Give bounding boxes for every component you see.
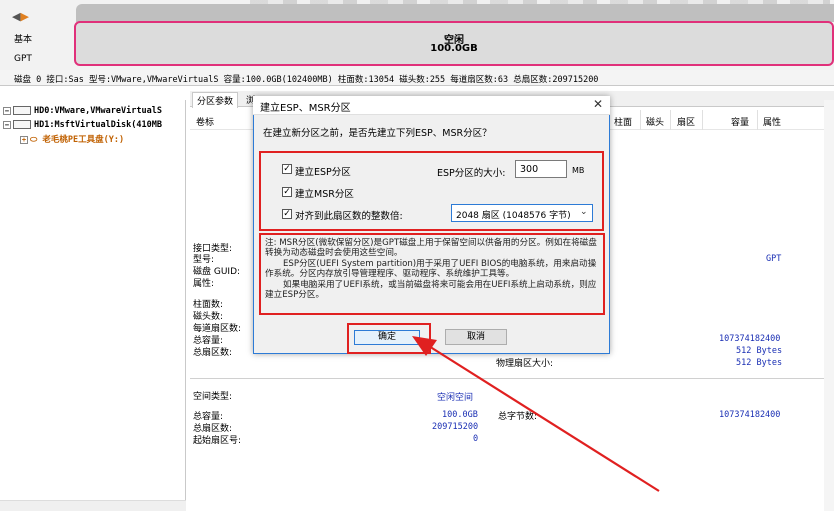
app-window: ◀▶ 基本 GPT 空闲 100.0GB 磁盘 0 接口:Sas 型号:VMwa… [0,0,834,511]
arrow-shaft [423,342,660,492]
arrow-head [412,336,437,356]
annotation-arrow-icon [412,336,660,492]
